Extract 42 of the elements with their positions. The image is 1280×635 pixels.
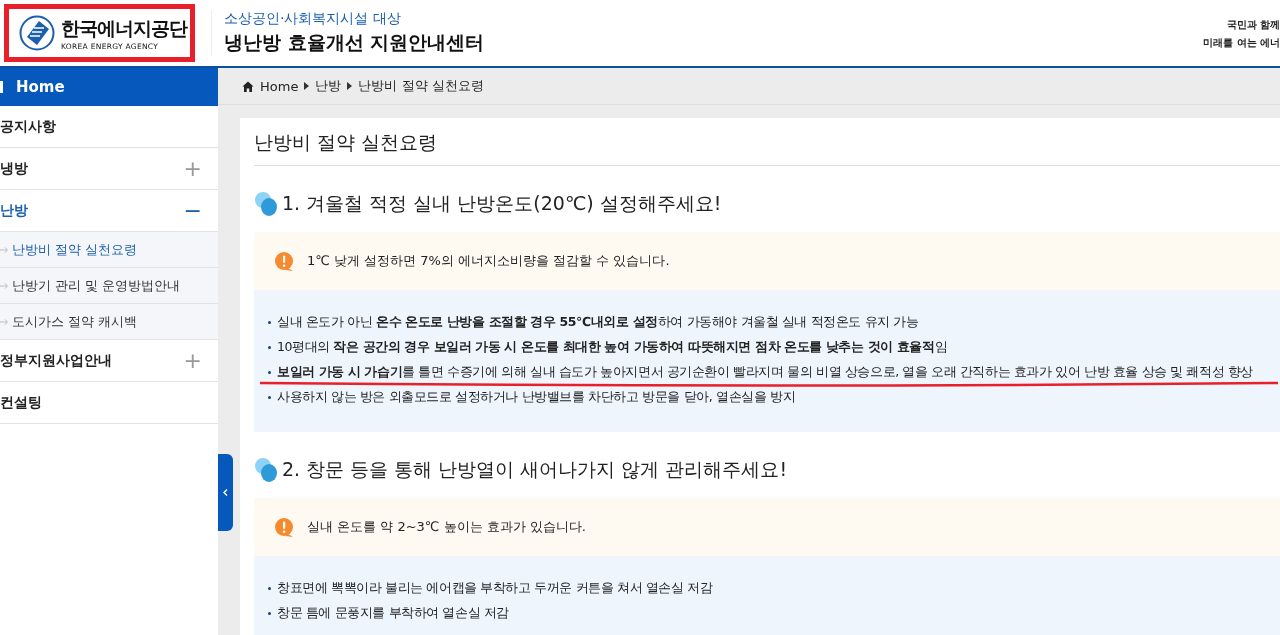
bullet-text: 사용하지 않는 방은 외출모드로 설정하거나 난방밸브를 차단하고 방문을 닫아, 열손실을 방지: [277, 389, 796, 406]
bullet-text: 창표면에 뽁뽁이라 불리는 에어캡을 부착하고 두꺼운 커튼을 쳐서 열손실 저감: [277, 580, 713, 597]
bullet-icon: [268, 346, 271, 349]
triangle-icon: [347, 82, 353, 90]
bullet-icon: [268, 371, 271, 374]
chevron-left-icon: [223, 489, 228, 496]
submenu-item[interactable]: 도시가스 절약 캐시백: [0, 304, 218, 340]
arrow-icon: [0, 317, 8, 326]
bullet-icon: [268, 612, 271, 615]
collapse-icon[interactable]: −: [183, 199, 202, 222]
home-link[interactable]: Home: [0, 68, 218, 106]
section-heading: 2. 창문 등을 통해 난방열이 새어나가지 않게 관리해주세요!: [282, 457, 788, 482]
breadcrumb-link[interactable]: 난방: [315, 77, 342, 95]
exclamation-icon: [274, 250, 294, 272]
triangle-icon: [304, 82, 310, 90]
submenu-item[interactable]: 난방기 관리 및 운영방법안내: [0, 268, 218, 304]
slogan-text: 국민과 함께: [1225, 18, 1280, 32]
breadcrumb-link[interactable]: 난방비 절약 실천요령: [358, 77, 484, 95]
bullet-icon: [268, 321, 271, 324]
site-title: 냉난방 효율개선 지원안내센터: [224, 30, 485, 55]
bullet-icon: [268, 587, 271, 590]
collapse-sidebar-button[interactable]: [218, 454, 233, 531]
bullet-text: 창문 틈에 문풍지를 부착하여 열손실 저감: [277, 605, 510, 622]
section-heading: 1. 겨울철 적정 실내 난방온도(20℃) 설정해주세요!: [282, 191, 722, 216]
bubble-icon: [254, 190, 278, 218]
arrow-icon: [0, 281, 8, 290]
logo-icon: [19, 15, 55, 51]
note-text: 1℃ 낮게 설정하면 7%의 에너지소비량을 절감할 수 있습니다.: [307, 252, 670, 270]
site-tagline: 소상공인·사회복지시설 대상: [224, 10, 402, 28]
submenu-item[interactable]: 난방비 절약 실천요령: [0, 232, 218, 268]
bullet-text: 실내 온도가 아닌 온수 온도로 난방을 조절할 경우 55℃내외로 설정하여 가동해야 겨울철 실내 적정온도 유지 가능: [277, 314, 919, 331]
bullet-text: 보일러 가동 시 가습기를 틀면 수증기에 의해 실내 습도가 높아지면서 공기순환이 빨라지며 물의 비열 상승으로, 열을 오래 간직하는 효과가 있어 난방 효율 상승 및 쾌적성 향상: [277, 364, 1254, 381]
slogan-text: 미래를 여는 에너: [1203, 36, 1280, 50]
breadcrumb-link[interactable]: Home: [260, 78, 299, 94]
note-text: 실내 온도를 약 2~3℃ 높이는 효과가 있습니다.: [307, 518, 586, 536]
bubble-icon: [254, 456, 278, 484]
home-icon: [242, 80, 254, 92]
bullet-text: 10평대의 작은 공간의 경우 보일러 가동 시 온도를 최대한 높여 가동하여 따뜻해지면 점차 온도를 낮추는 것이 효율적임: [277, 339, 948, 356]
exclamation-icon: [274, 516, 294, 538]
arrow-icon: [0, 245, 8, 254]
page-title: 난방비 절약 실천요령: [254, 118, 1280, 166]
bullet-icon: [268, 396, 271, 399]
